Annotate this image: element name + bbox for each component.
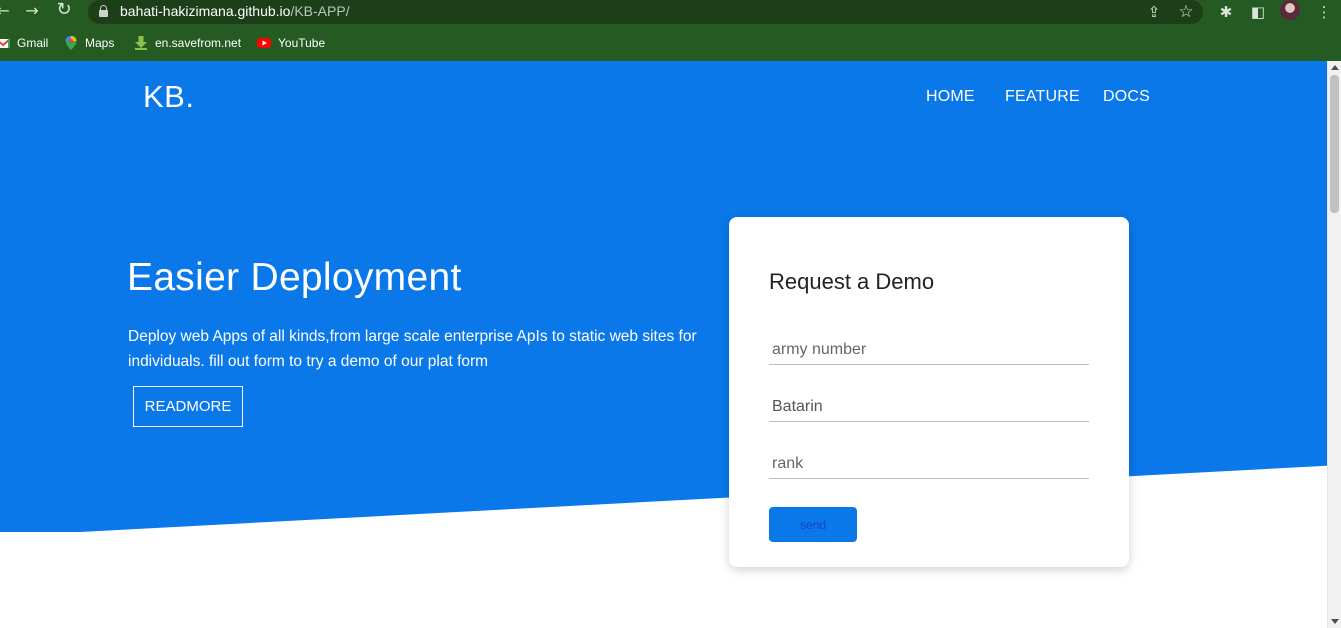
page-scrollbar[interactable] — [1327, 61, 1341, 628]
hero-background — [0, 61, 1341, 532]
lock-icon[interactable] — [99, 5, 108, 17]
hero-description: Deploy web Apps of all kinds,from large … — [128, 328, 697, 370]
download-arrow-icon — [135, 36, 147, 50]
nav-feature[interactable]: FEATURE — [1005, 88, 1080, 106]
maps-pin-icon — [65, 36, 77, 50]
browser-toolbar: ← → ↻ bahati-hakizimana.github.io/KB-APP… — [0, 0, 1341, 24]
demo-request-card: Request a Demo send — [729, 217, 1129, 567]
rank-input[interactable] — [769, 449, 1089, 479]
reload-icon[interactable]: ↻ — [55, 1, 73, 19]
nav-home[interactable]: HOME — [926, 88, 975, 106]
youtube-icon — [257, 38, 271, 48]
bookmark-maps[interactable]: Maps — [64, 34, 114, 52]
bookmark-star-icon[interactable]: ☆ — [1176, 2, 1196, 22]
scroll-thumb[interactable] — [1330, 75, 1339, 213]
forward-icon[interactable]: → — [23, 2, 41, 20]
scroll-up-arrow-icon[interactable] — [1331, 65, 1339, 70]
bookmark-savefrom[interactable]: en.savefrom.net — [134, 34, 241, 52]
send-button[interactable]: send — [769, 507, 857, 542]
name-input[interactable] — [769, 392, 1089, 422]
scroll-down-arrow-icon[interactable] — [1331, 619, 1339, 624]
gmail-icon — [0, 38, 10, 48]
hero-title: Easier Deployment — [127, 256, 462, 299]
bookmark-label: Maps — [85, 36, 115, 50]
back-icon[interactable]: ← — [0, 2, 12, 20]
web-page: KB. HOME FEATURE DOCS Easier Deployment … — [0, 61, 1341, 628]
nav-docs[interactable]: DOCS — [1103, 88, 1150, 106]
site-logo[interactable]: KB. — [143, 79, 194, 115]
army-number-input[interactable] — [769, 335, 1089, 365]
demo-form-title: Request a Demo — [769, 269, 935, 294]
bookmarks-bar: Gmail Maps en.savefrom.net YouTube — [0, 31, 1341, 55]
share-icon[interactable]: ⇪ — [1144, 2, 1164, 22]
bookmark-label: Gmail — [17, 36, 49, 50]
bookmark-label: en.savefrom.net — [155, 36, 242, 50]
url-text[interactable]: bahati-hakizimana.github.io/KB-APP/ — [120, 3, 350, 19]
readmore-button[interactable]: READMORE — [133, 386, 243, 427]
browser-chrome: ← → ↻ bahati-hakizimana.github.io/KB-APP… — [0, 0, 1341, 61]
bookmark-youtube[interactable]: YouTube — [257, 34, 325, 52]
side-panel-icon[interactable]: ◧ — [1248, 2, 1268, 22]
bookmark-label: YouTube — [278, 36, 326, 50]
extensions-icon[interactable]: ✱ — [1216, 2, 1236, 22]
profile-avatar[interactable] — [1280, 0, 1300, 20]
bookmark-gmail[interactable]: Gmail — [0, 34, 48, 52]
menu-icon[interactable]: ⋮ — [1314, 2, 1334, 22]
